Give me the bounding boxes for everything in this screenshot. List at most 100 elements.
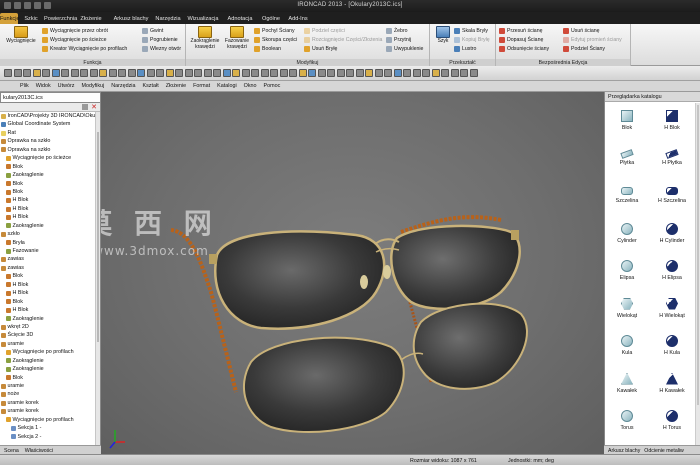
toolbar-tool-icon[interactable] [42,69,50,77]
toolbar-tool-icon[interactable] [137,69,145,77]
tab-9[interactable]: Add-Ins [286,13,310,24]
tree-item[interactable]: Blok [0,180,100,188]
tree-item[interactable]: Zaokrąglenie [0,171,100,179]
toolbar-tool-icon[interactable] [61,69,69,77]
catalog-item[interactable]: H Torus [650,404,694,442]
trim-button[interactable]: Przytnij [386,36,411,44]
toolbar-tool-icon[interactable] [260,69,269,77]
chamfer-button[interactable]: Fazowanie krawędzi [222,26,252,50]
tree-item[interactable]: Blok [0,374,100,382]
toolbar-tool-icon[interactable] [374,69,383,77]
catalog-scrollbar[interactable] [695,103,700,445]
catalog-item[interactable]: H Cylinder [650,217,694,255]
tree-item[interactable]: Blok [0,272,100,280]
toolbar-tool-icon[interactable] [146,69,155,77]
close-icon[interactable]: ✕ [91,103,97,111]
copy-body-button[interactable]: Kopiuj Bryłę [454,36,490,44]
scale-body-button[interactable]: Skala Bryły [454,27,488,35]
toolbar-tool-icon[interactable] [70,69,79,77]
menu-item-0[interactable]: Plik [20,83,29,89]
document-tab[interactable]: kulary2013C.ics [0,92,101,103]
tab-0[interactable]: Funkcje [0,13,20,24]
menu-item-6[interactable]: Złożenie [166,83,186,89]
tab-1[interactable]: Szkic [22,13,40,24]
tree-item[interactable]: Global Coordinate System [0,120,100,128]
toolbar-tool-icon[interactable] [346,69,354,77]
tree-item[interactable]: Zaokrąglenie [0,357,100,365]
tree-item[interactable]: Rat [0,129,100,137]
toolbar-tool-icon[interactable] [108,69,117,77]
tree-item[interactable]: Wyciągnięcie po profilach [0,348,100,356]
tree-scroll-thumb[interactable] [97,132,99,342]
tree-item[interactable]: Blok [0,298,100,306]
catalog-item[interactable]: Płytka [605,142,649,180]
catalog-item[interactable]: H Kawałek [650,367,694,405]
menu-item-9[interactable]: Okno [244,83,257,89]
toolbar-tool-icon[interactable] [393,69,402,77]
toolbar-tool-icon[interactable] [175,69,183,77]
toolbar-tool-icon[interactable] [317,69,326,77]
toolbar-tool-icon[interactable] [4,69,12,77]
tree-item[interactable]: Oprawka na szkło [0,137,100,145]
tree-item[interactable]: zawias [0,255,100,263]
shell-button[interactable]: Skorupa części [254,36,297,44]
tree-item[interactable]: Zaokrąglenie [0,315,100,323]
menu-item-10[interactable]: Pomoc [264,83,281,89]
catalog-item[interactable]: H Kula [650,329,694,367]
split-part-button[interactable]: Podziel części [304,27,345,35]
toolbar-tool-icon[interactable] [32,69,41,77]
toolbar-tool-icon[interactable] [469,69,478,77]
catalog-item[interactable]: H Blok [650,104,694,142]
toolbar-tool-icon[interactable] [80,69,88,77]
toolbar-tool-icon[interactable] [270,69,278,77]
tree-item[interactable]: Wyciągnięcie po profilach [0,416,100,424]
toolbar-tool-icon[interactable] [289,69,297,77]
offset-face-button[interactable]: Odsunięcie ściany [499,45,549,53]
tree-item[interactable]: Sekcja 2 - [0,433,100,441]
catalog-item[interactable]: H Elipsa [650,254,694,292]
pattern-button[interactable]: Szyk [433,26,453,45]
catalog-item[interactable]: H Szczelina [650,179,694,217]
3d-viewport[interactable]: 莫 西 网 www.3dmox.com [101,92,604,454]
toolbar-tool-icon[interactable] [403,69,411,77]
stretch-button[interactable]: Rozciągnięcie Części/Złożenia [304,36,382,44]
catalog-item[interactable]: H Płytka [650,142,694,180]
toolbar-tool-icon[interactable] [51,69,60,77]
toolbar-tool-icon[interactable] [13,69,22,77]
tree-scrollbar[interactable] [95,112,100,445]
revolve-button[interactable]: Wyciągnięcie przez obrót [42,27,108,35]
boolean-button[interactable]: Boolean [254,45,281,53]
catalog-item[interactable]: Blok [605,104,649,142]
tree-item[interactable]: Zaokrąglenie [0,365,100,373]
toolbar-tool-icon[interactable] [165,69,174,77]
toolbar-tool-icon[interactable] [365,69,373,77]
tree-item[interactable]: uramie [0,382,100,390]
toolbar-tool-icon[interactable] [99,69,107,77]
tree-item[interactable]: Fazowanie [0,247,100,255]
tree-item[interactable]: noże [0,390,100,398]
toolbar-tool-icon[interactable] [156,69,164,77]
pin-icon[interactable] [82,104,88,110]
tree-item[interactable]: Blok [0,163,100,171]
glasses-model[interactable] [101,92,604,454]
tree-item[interactable]: uramie [0,340,100,348]
toolbar-tool-icon[interactable] [355,69,364,77]
tree-item[interactable]: wkręt 2D [0,323,100,331]
toolbar-tool-icon[interactable] [251,69,259,77]
tree-item[interactable]: Oprawka na szkło [0,146,100,154]
emboss-button[interactable]: Uwypuklenie [386,45,423,53]
fillet-button[interactable]: Zaokrąglenie krawędzi [189,26,221,50]
catalog-item[interactable]: H Wielokąt [650,292,694,330]
tree-item[interactable]: IronCAD\Projekty 3D IRONCAD\Okulary [0,112,100,120]
toolbar-tool-icon[interactable] [213,69,221,77]
toolbar-tool-icon[interactable] [441,69,449,77]
tree-item[interactable]: H Blok [0,289,100,297]
tree-item[interactable]: Blok [0,188,100,196]
toolbar-tool-icon[interactable] [194,69,202,77]
loft-wizard-button[interactable]: Kreator Wyciągnięcie po profilach [42,45,127,53]
rib-button[interactable]: Żebro [386,27,408,35]
catalog-item[interactable]: Kula [605,329,649,367]
tree-item[interactable]: H Blok [0,196,100,204]
mirror-button[interactable]: Lustro [454,45,476,53]
toolbar-tool-icon[interactable] [241,69,250,77]
